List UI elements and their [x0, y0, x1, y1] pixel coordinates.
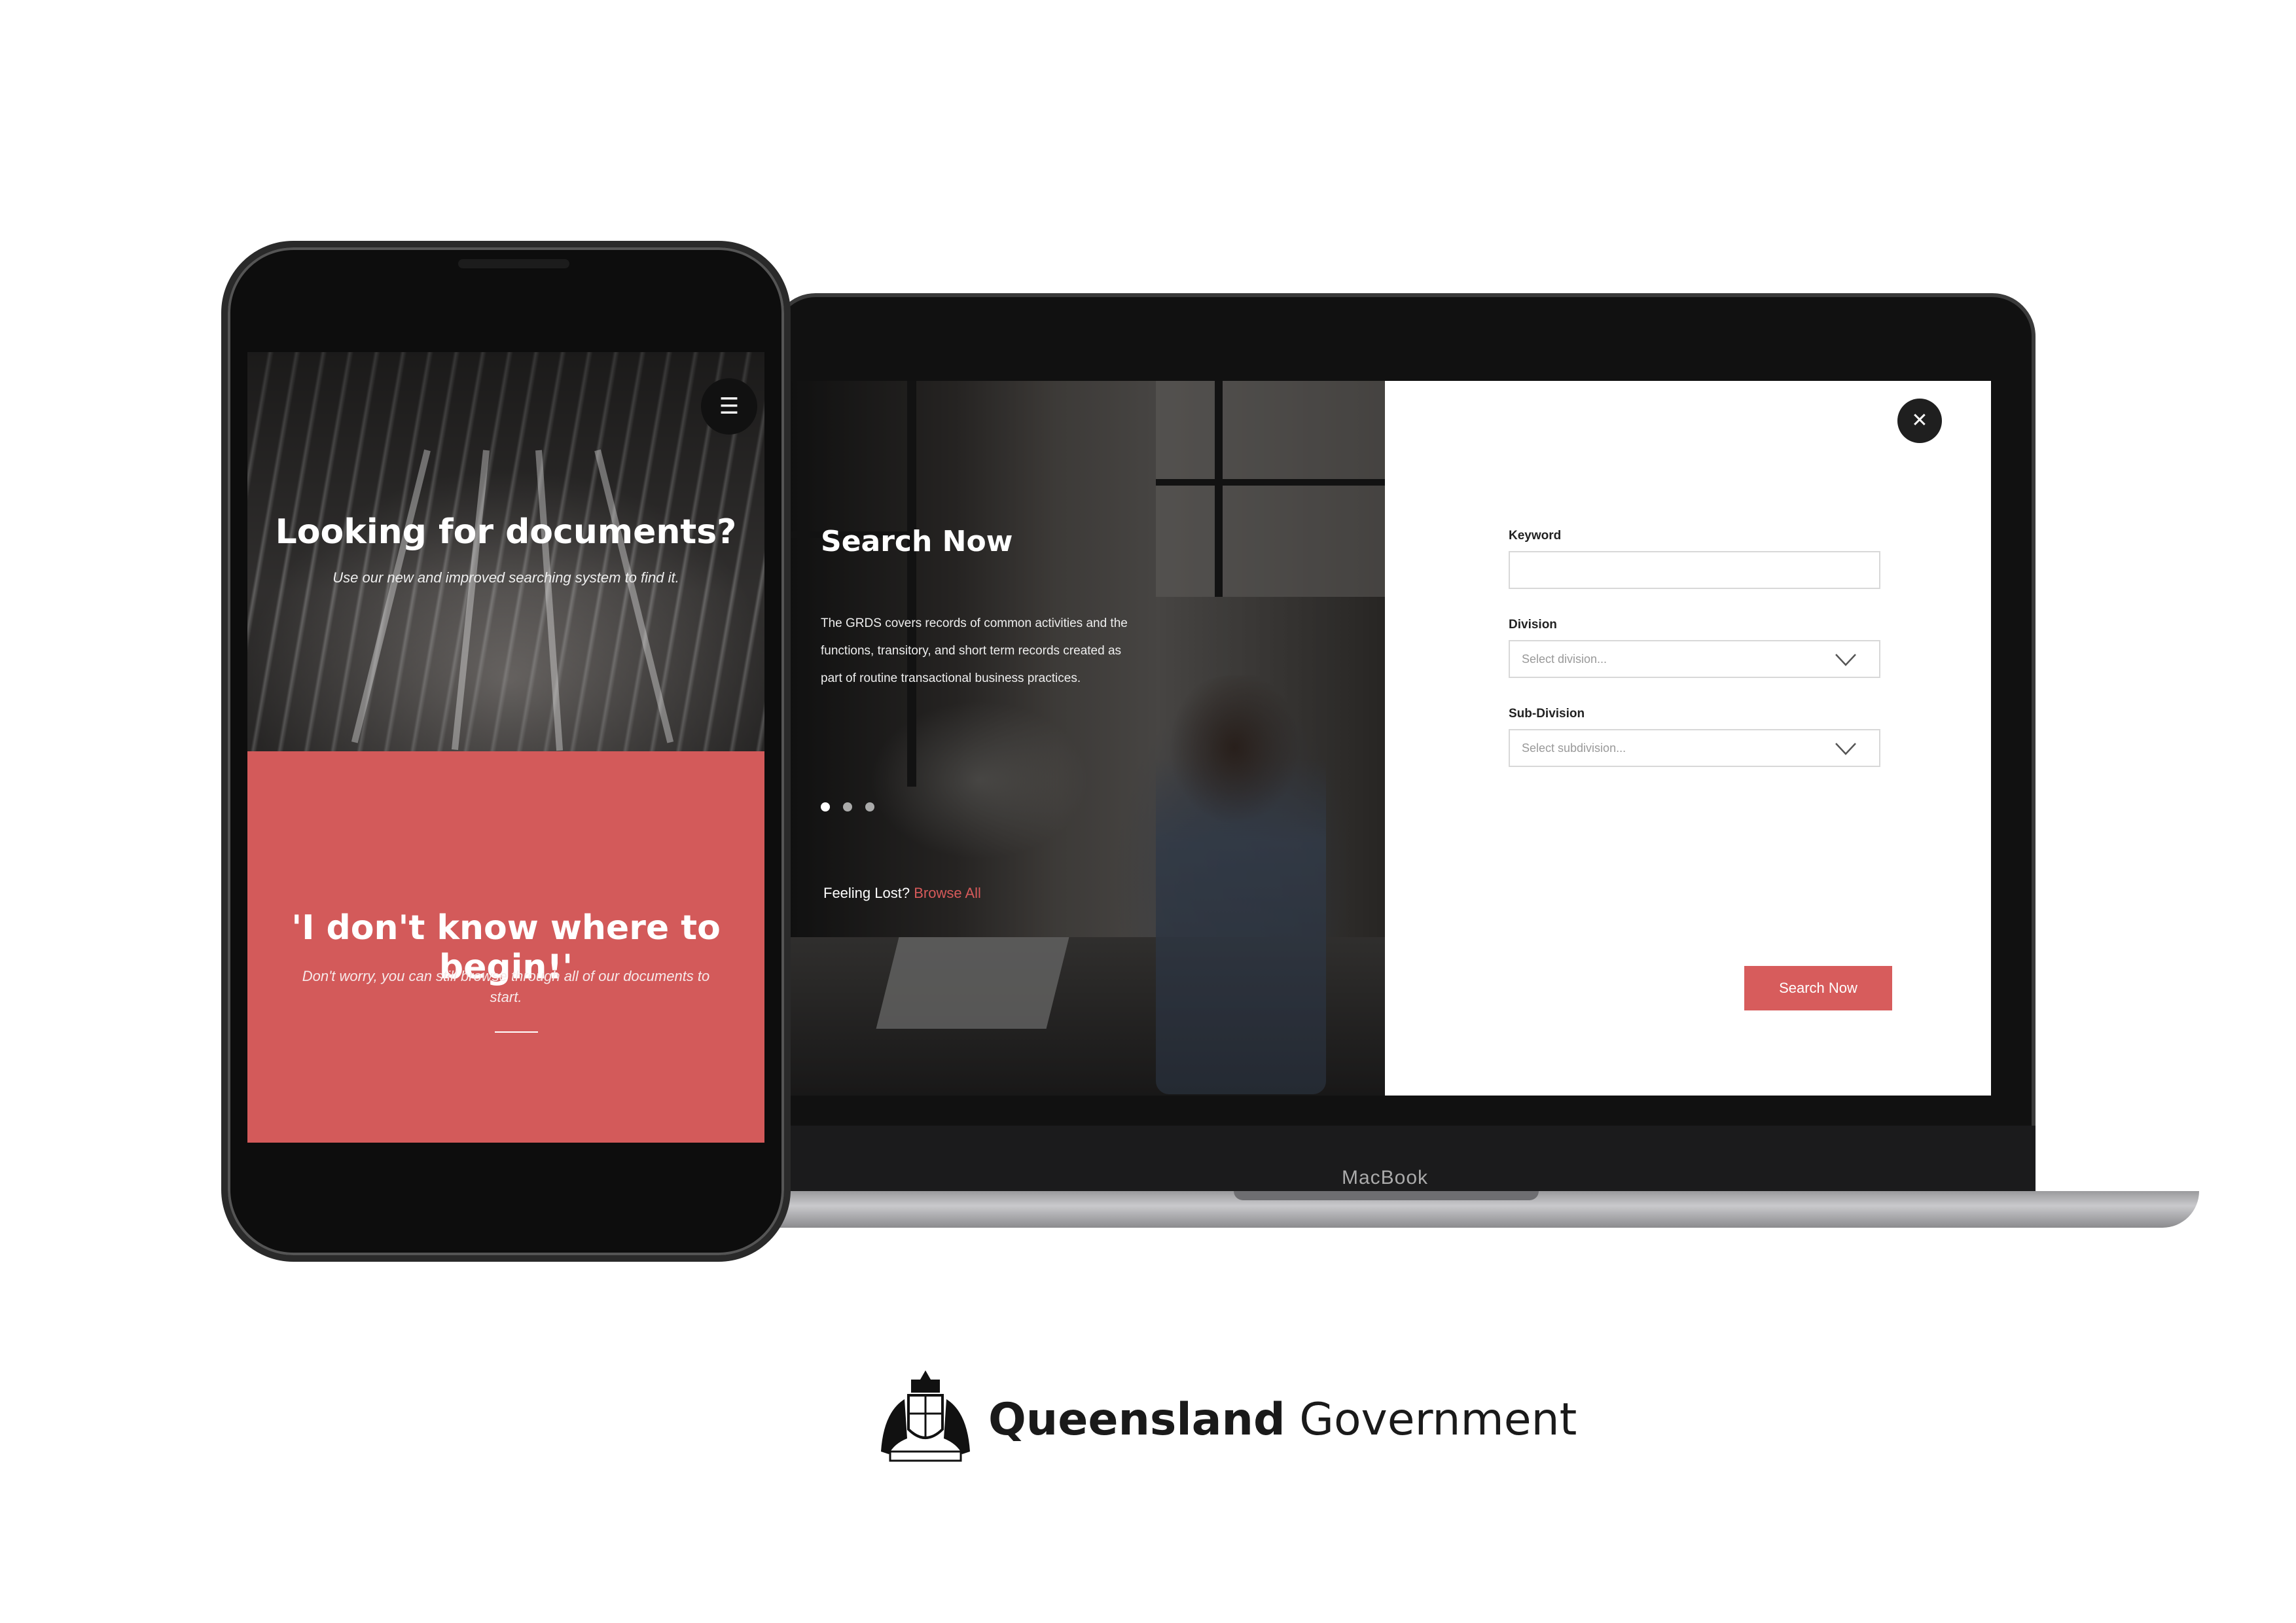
search-now-button[interactable]: Search Now — [1744, 966, 1892, 1010]
hero-description: The GRDS covers records of common activi… — [821, 616, 1128, 685]
carousel-dot[interactable] — [843, 802, 852, 812]
close-icon: ✕ — [1911, 410, 1928, 431]
carousel-dot[interactable] — [821, 802, 830, 812]
carousel-dot[interactable] — [865, 802, 874, 812]
subdivision-placeholder: Select subdivision... — [1522, 741, 1626, 755]
hamburger-menu-icon: ☰ — [719, 394, 740, 419]
laptop-screen: Search Now The GRDS covers records of co… — [789, 381, 1991, 1096]
division-select[interactable]: Select division... — [1509, 640, 1880, 678]
feeling-lost-text: Feeling Lost? — [823, 885, 910, 901]
keyword-label: Keyword — [1509, 529, 1562, 543]
hero-panel: Search Now The GRDS covers records of co… — [789, 381, 1385, 1096]
feeling-lost-line: Feeling Lost? Browse All — [823, 885, 981, 902]
phone-quote-subtitle: Don't worry, you can still browse throug… — [302, 968, 710, 1005]
division-label: Division — [1509, 618, 1557, 632]
phone-speaker — [458, 259, 569, 268]
search-form: Keyword Division Select division... Sub-… — [1509, 529, 1892, 1010]
phone-screen: ☰ Looking for documents? Use our new and… — [247, 352, 764, 1143]
wordmark-queensland: Queensland — [988, 1394, 1285, 1446]
close-button[interactable]: ✕ — [1897, 399, 1942, 443]
divider — [495, 1031, 538, 1033]
road-light-trail — [535, 450, 564, 751]
subdivision-label: Sub-Division — [1509, 707, 1585, 721]
photo-overlay — [789, 381, 1385, 1096]
subdivision-select[interactable]: Select subdivision... — [1509, 729, 1880, 767]
wordmark-government: Government — [1299, 1394, 1577, 1446]
phone-hero: ☰ Looking for documents? Use our new and… — [247, 352, 764, 751]
chevron-down-icon — [1835, 654, 1856, 666]
queensland-crest-logo — [881, 1370, 970, 1462]
laptop-notch — [1234, 1191, 1539, 1200]
chevron-down-icon — [1835, 743, 1856, 755]
brand-label: MacBook — [1342, 1167, 1429, 1188]
menu-button[interactable]: ☰ — [701, 378, 757, 435]
keyword-input[interactable] — [1509, 551, 1880, 589]
hero-title: Search Now — [821, 525, 1013, 558]
division-placeholder: Select division... — [1522, 652, 1607, 666]
road-light-trail — [451, 450, 490, 751]
phone-hero-subtitle: Use our new and improved searching syste… — [332, 569, 679, 586]
road-light-trail — [594, 449, 674, 743]
carousel-dots — [821, 802, 874, 812]
queensland-government-wordmark: Queensland Government — [988, 1394, 1577, 1446]
search-form-panel: ✕ Keyword Division Select division... Su… — [1385, 381, 1991, 1096]
browse-all-link[interactable]: Browse All — [914, 885, 981, 901]
phone-hero-title: Looking for documents? — [275, 512, 737, 552]
phone-browse-section: 'I don't know where to begin!' Don't wor… — [247, 751, 764, 1143]
road-light-trail — [351, 449, 431, 743]
